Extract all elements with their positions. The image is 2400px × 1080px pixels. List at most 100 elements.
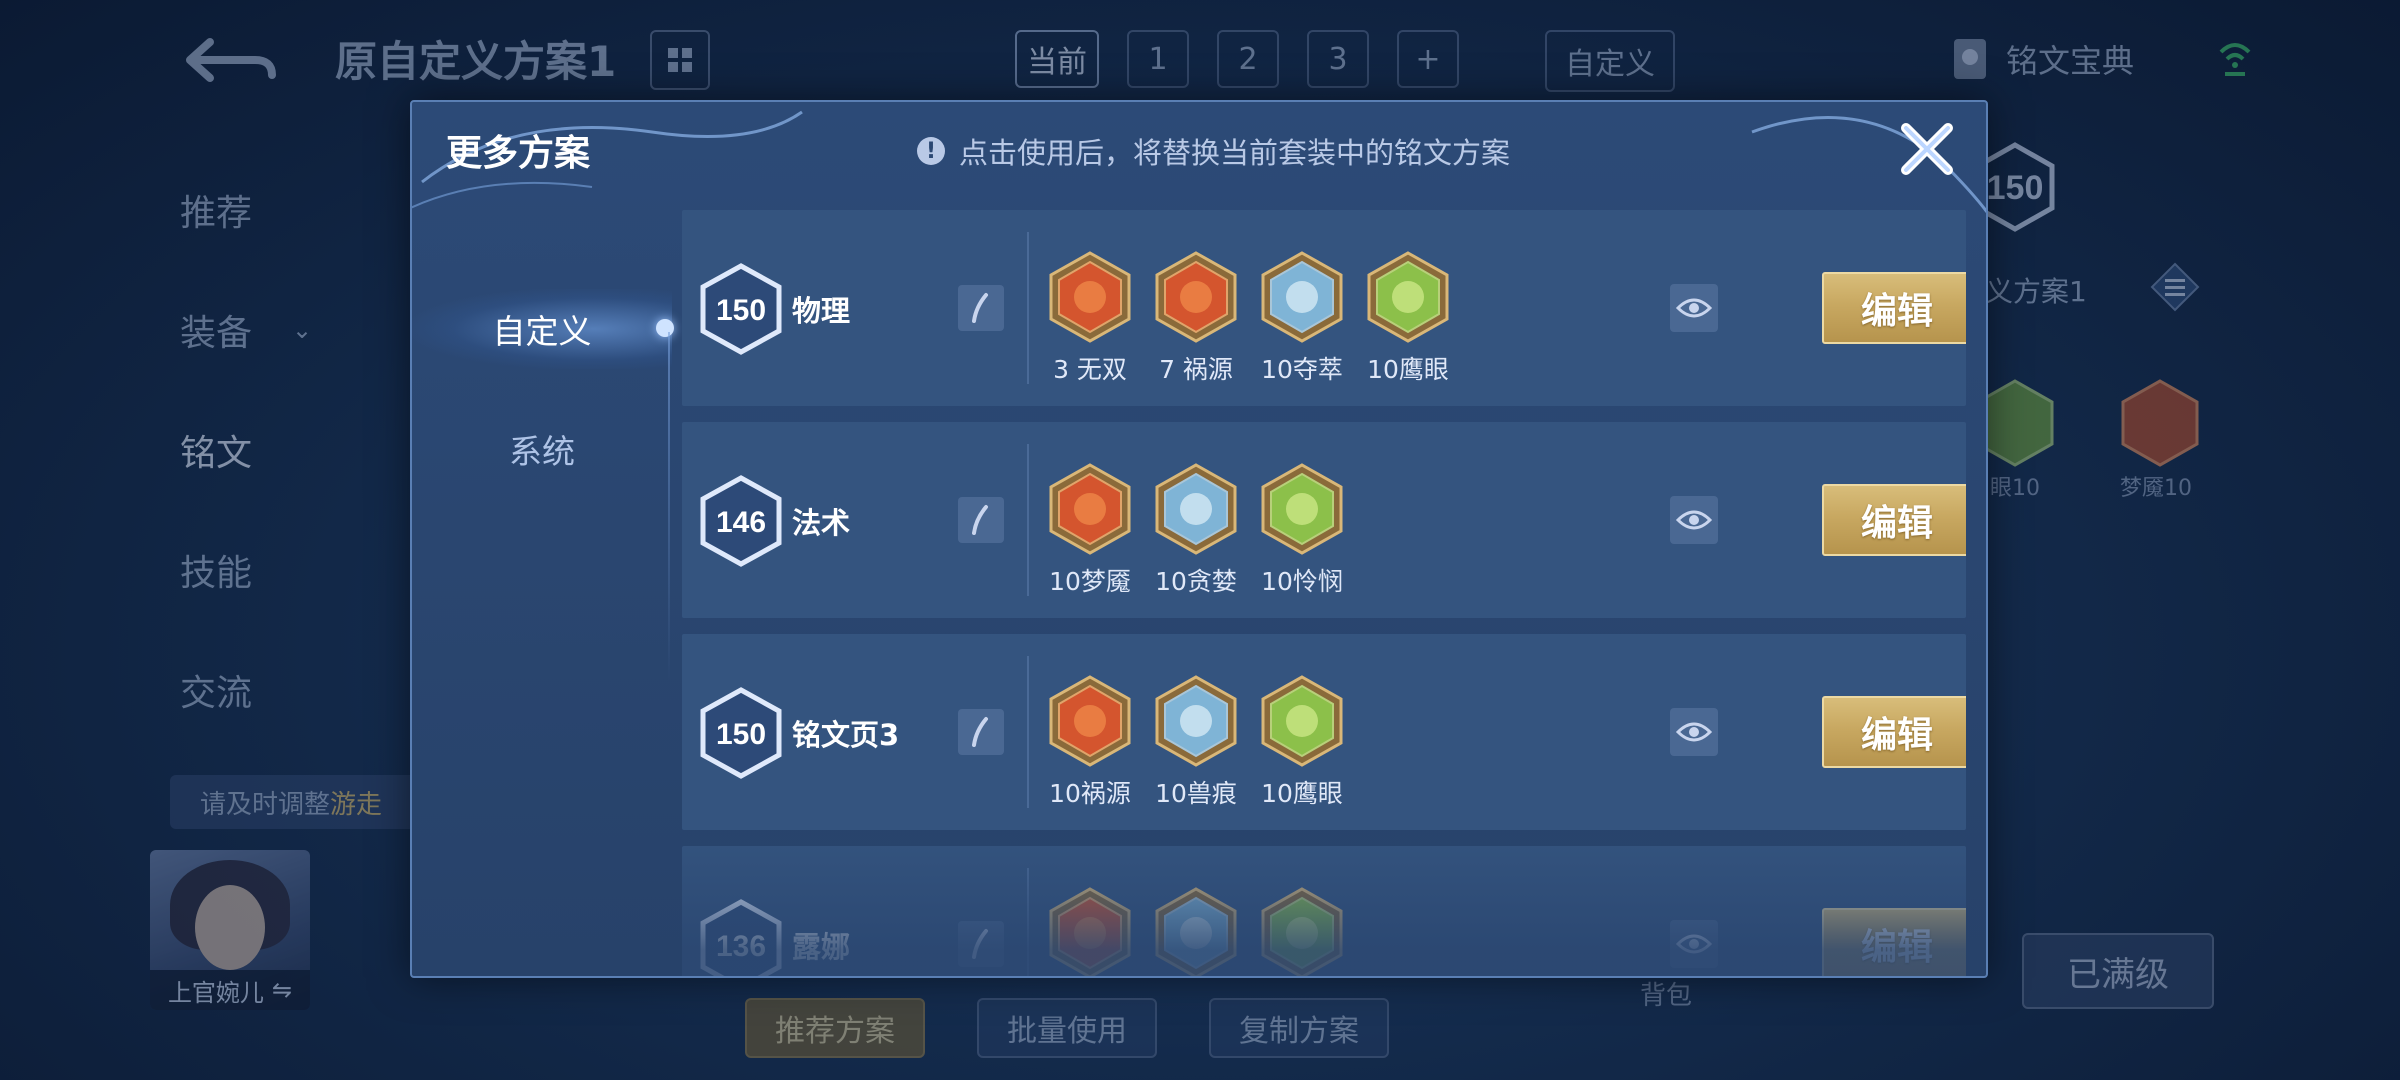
- hero-name: 上官婉儿: [167, 978, 264, 1007]
- book-icon: [1954, 39, 1986, 79]
- preview-button[interactable]: [1670, 708, 1718, 756]
- dialog-header: 更多方案 ! 点击使用后，将替换当前套装中的铭文方案: [412, 102, 1986, 202]
- notice-banner: 请及时调整 游走: [170, 775, 430, 829]
- rune-red-icon: [1155, 251, 1237, 343]
- bottom-buttons: 推荐方案 批量使用 复制方案: [745, 998, 1389, 1058]
- rune-item: [1148, 886, 1244, 976]
- rename-button[interactable]: [958, 921, 1004, 967]
- tab-label: 系统: [509, 432, 575, 471]
- rune-label: 10兽痕: [1155, 779, 1237, 808]
- scheme-row: 150 铭文页3 10祸源 10兽痕 10鹰眼 编辑: [682, 634, 1966, 830]
- rename-button[interactable]: [958, 285, 1004, 331]
- bag-label[interactable]: 背包: [1640, 975, 1692, 1012]
- scheme-name: 物理: [792, 294, 851, 328]
- notice-text: 请及时调整: [200, 789, 331, 820]
- eye-icon: [1676, 510, 1712, 530]
- menu-icon[interactable]: [2150, 262, 2200, 312]
- rune-item: 10祸源: [1042, 674, 1138, 810]
- hero-avatar[interactable]: 上官婉儿 ⇋: [150, 850, 310, 1010]
- recommend-scheme-button[interactable]: 推荐方案: [745, 998, 925, 1058]
- rune-red-icon: [1049, 887, 1131, 976]
- rune-green-icon: [1261, 675, 1343, 767]
- scheme-list[interactable]: 150 物理 3 无双 7 祸源 10夺萃 10鹰眼 编辑 146 法术 10梦魇 10…: [682, 210, 1966, 976]
- rune-item: 3 无双: [1042, 250, 1138, 386]
- rename-button[interactable]: [958, 709, 1004, 755]
- rune-green-icon: [1367, 251, 1449, 343]
- level-hex-icon: 150: [700, 687, 782, 779]
- row-divider: [1027, 232, 1029, 384]
- max-level-button[interactable]: 已满级: [2022, 933, 2214, 1009]
- side-nav-recommend[interactable]: 推荐: [180, 150, 312, 270]
- rune-list: 10祸源 10兽痕 10鹰眼: [1042, 674, 1350, 810]
- rune-list: 10梦魇 10贪婪 10怜悯: [1042, 462, 1350, 598]
- preview-button[interactable]: [1670, 496, 1718, 544]
- side-nav-label: 装备: [180, 313, 253, 354]
- scheme-row: 136 露娜 编辑: [682, 846, 1966, 976]
- scheme-level: 150: [716, 294, 766, 327]
- scheme-row: 150 物理 3 无双 7 祸源 10夺萃 10鹰眼 编辑: [682, 210, 1966, 406]
- pencil-icon: [972, 929, 988, 959]
- tab-page-2[interactable]: 2: [1217, 30, 1279, 88]
- codex-button[interactable]: 铭文宝典: [1950, 36, 2134, 82]
- wifi-icon: [2219, 43, 2251, 76]
- rune-item: 10梦魇: [1042, 462, 1138, 598]
- right-panel-title: 义方案1: [1985, 275, 2087, 308]
- swap-icon: ⇋: [271, 976, 293, 1004]
- edit-button[interactable]: 编辑: [1822, 696, 1966, 768]
- avatar-face: [195, 885, 265, 970]
- scheme-level: 150: [716, 718, 766, 751]
- rune-label: 10夺萃: [1261, 355, 1343, 384]
- rename-button[interactable]: [958, 497, 1004, 543]
- edit-button[interactable]: 编辑: [1822, 908, 1966, 976]
- side-nav: 推荐 装备 ⌄ 铭文 技能 交流: [180, 150, 312, 750]
- rune-item: [1254, 886, 1350, 976]
- level-hex-icon: 146: [700, 475, 782, 567]
- tab-system-schemes[interactable]: 系统: [412, 409, 672, 489]
- copy-scheme-button[interactable]: 复制方案: [1209, 998, 1389, 1058]
- rune-green-icon: [1261, 463, 1343, 555]
- chevron-down-icon: ⌄: [292, 316, 313, 344]
- rune-label: 10鹰眼: [1367, 355, 1449, 384]
- rune-label: 10祸源: [1049, 779, 1131, 808]
- side-nav-runes[interactable]: 铭文: [180, 390, 312, 510]
- rune-red-icon: [1049, 251, 1131, 343]
- dialog-title: 更多方案: [446, 133, 591, 174]
- rune-red-icon: [1049, 675, 1131, 767]
- tab-current[interactable]: 当前: [1015, 30, 1099, 88]
- side-nav-skills[interactable]: 技能: [180, 510, 312, 630]
- rune-red-icon: [1049, 463, 1131, 555]
- edit-button[interactable]: 编辑: [1822, 272, 1966, 344]
- rune-blue-icon: [1155, 887, 1237, 976]
- batch-use-button[interactable]: 批量使用: [977, 998, 1157, 1058]
- scheme-level: 136: [716, 930, 766, 963]
- tab-custom[interactable]: 自定义: [1545, 30, 1675, 92]
- preview-button[interactable]: [1670, 284, 1718, 332]
- preview-button[interactable]: [1670, 920, 1718, 968]
- rune-label: 7 祸源: [1159, 355, 1233, 384]
- grid-icon[interactable]: [650, 30, 710, 90]
- rune-item: 10鹰眼: [1360, 250, 1456, 386]
- rune-item: 10贪婪: [1148, 462, 1244, 598]
- back-arrow-icon[interactable]: [180, 30, 280, 90]
- tab-custom-schemes[interactable]: 自定义: [412, 289, 674, 369]
- pencil-icon: [972, 717, 988, 747]
- rune-green-icon: [1261, 887, 1343, 976]
- scheme-name: 法术: [792, 506, 851, 540]
- add-page-button[interactable]: +: [1397, 30, 1459, 88]
- tab-page-3[interactable]: 3: [1307, 30, 1369, 88]
- side-nav-equipment[interactable]: 装备 ⌄: [180, 270, 312, 390]
- edit-button[interactable]: 编辑: [1822, 484, 1966, 556]
- side-nav-label: 铭文: [180, 433, 253, 474]
- rune-item: 10兽痕: [1148, 674, 1244, 810]
- side-nav-label: 交流: [180, 673, 253, 714]
- rune-red-icon: [2121, 379, 2199, 467]
- close-icon[interactable]: [1894, 116, 1960, 182]
- rune-label: 10梦魇: [1049, 567, 1131, 596]
- info-icon: !: [917, 137, 945, 165]
- tab-page-1[interactable]: 1: [1127, 30, 1189, 88]
- scheme-name: 铭文页3: [792, 718, 900, 752]
- scheme-level: 146: [716, 506, 766, 539]
- side-nav-exchange[interactable]: 交流: [180, 630, 312, 750]
- dialog-tabs: 自定义 系统: [412, 222, 674, 976]
- dialog-tip-text: 点击使用后，将替换当前套装中的铭文方案: [959, 136, 1511, 170]
